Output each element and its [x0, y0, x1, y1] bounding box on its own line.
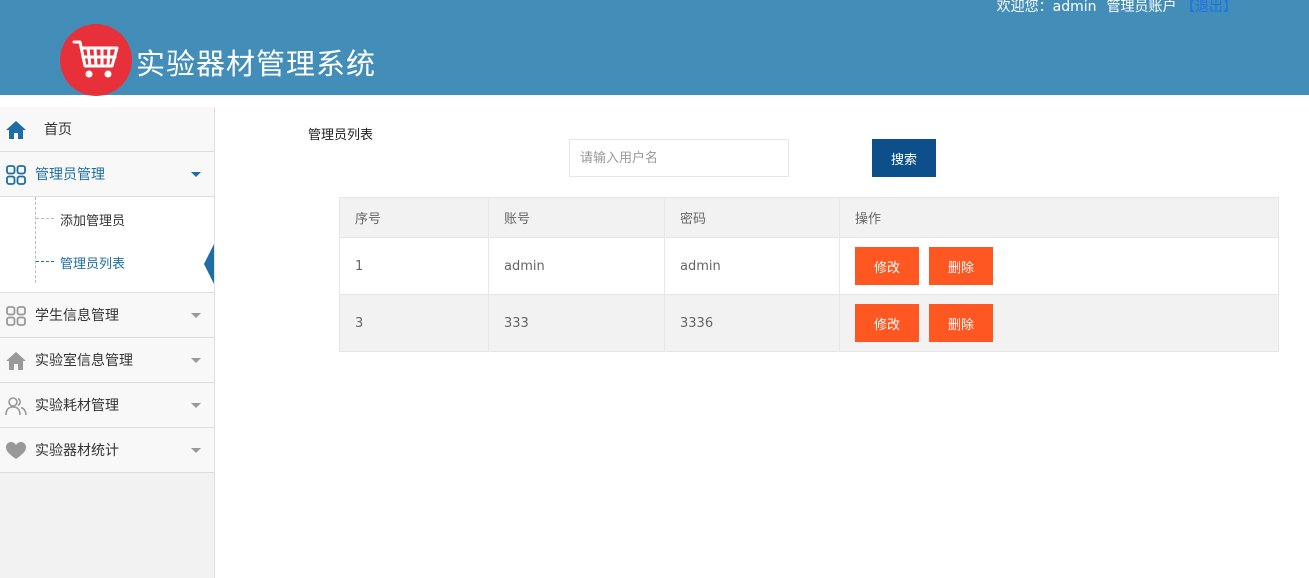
- user-bar: 欢迎您：admin 管理员账户 【退出】: [997, 0, 1237, 16]
- chevron-down-icon: [191, 448, 201, 453]
- table-row: 1 admin admin 修改 删除: [339, 237, 1279, 295]
- cell-id: 3: [339, 294, 489, 352]
- tree-branch: [36, 218, 54, 219]
- tree-branch: [36, 261, 54, 262]
- column-header: 密码: [664, 197, 840, 238]
- cell-account: 333: [488, 294, 665, 352]
- sidebar-item-admin-list[interactable]: 管理员列表: [0, 240, 214, 284]
- home-outline-icon: [6, 352, 26, 370]
- cell-password: admin: [664, 237, 840, 295]
- sidebar-subitem-label: 添加管理员: [60, 214, 126, 229]
- grid-icon: [6, 165, 26, 185]
- search-button[interactable]: 搜索: [872, 139, 936, 177]
- cell-actions: 修改 删除: [839, 294, 1279, 352]
- chevron-down-icon: [191, 403, 201, 408]
- column-header: 操作: [839, 197, 1279, 238]
- logo: [60, 24, 132, 96]
- page-title: 管理员列表: [308, 128, 374, 143]
- sidebar-item-home[interactable]: 首页: [0, 107, 214, 152]
- sidebar-item-consumables[interactable]: 实验耗材管理: [0, 383, 214, 428]
- sidebar-item-label: 实验耗材管理: [35, 398, 119, 414]
- sidebar-item-label: 实验室信息管理: [35, 353, 133, 369]
- search-input[interactable]: [569, 139, 789, 177]
- column-header: 序号: [339, 197, 489, 238]
- sidebar-item-label: 学生信息管理: [35, 308, 119, 324]
- chevron-down-icon: [191, 313, 201, 318]
- sidebar-item-lab-info[interactable]: 实验室信息管理: [0, 338, 214, 383]
- sidebar-item-add-admin[interactable]: 添加管理员: [0, 197, 214, 240]
- cell-account: admin: [488, 237, 665, 295]
- grid-icon: [6, 306, 26, 326]
- welcome-text: 欢迎您：admin: [996, 0, 1097, 15]
- active-marker: [204, 244, 214, 284]
- app-title: 实验器材管理系统: [136, 47, 377, 81]
- users-icon: [5, 397, 27, 416]
- sidebar-item-equipment-stats[interactable]: 实验器材统计: [0, 428, 214, 473]
- edit-button[interactable]: 修改: [855, 304, 919, 342]
- delete-button[interactable]: 删除: [929, 247, 993, 285]
- role-text: 管理员账户: [1106, 0, 1177, 15]
- sidebar-item-label: 首页: [44, 122, 72, 138]
- heart-icon: [6, 442, 26, 459]
- logout-link[interactable]: 【退出】: [1181, 0, 1237, 15]
- app-header: 实验器材管理系统 欢迎您：admin 管理员账户 【退出】: [0, 0, 1309, 96]
- column-header: 账号: [488, 197, 665, 238]
- table-row: 3 333 3336 修改 删除: [339, 294, 1279, 352]
- sidebar-item-label: 实验器材统计: [35, 443, 119, 459]
- admin-submenu: 添加管理员 管理员列表: [0, 197, 214, 293]
- cell-id: 1: [339, 237, 489, 295]
- sidebar: 首页 管理员管理 添加管理员 管理员列表 学生信息管理 实验室信息管理 实验耗材…: [0, 107, 215, 578]
- chevron-down-icon: [191, 172, 201, 177]
- sidebar-item-student-info[interactable]: 学生信息管理: [0, 293, 214, 338]
- edit-button[interactable]: 修改: [855, 247, 919, 285]
- home-icon: [6, 121, 26, 139]
- sidebar-subitem-label: 管理员列表: [60, 257, 126, 272]
- sidebar-item-label: 管理员管理: [35, 167, 105, 183]
- admin-table: 序号 账号 密码 操作 1 admin admin 修改 删除 3 333 333…: [339, 197, 1279, 352]
- cell-password: 3336: [664, 294, 840, 352]
- shopping-cart-icon: [72, 40, 119, 78]
- cell-actions: 修改 删除: [839, 237, 1279, 295]
- delete-button[interactable]: 删除: [929, 304, 993, 342]
- table-header-row: 序号 账号 密码 操作: [339, 197, 1279, 238]
- sidebar-item-admin-management[interactable]: 管理员管理: [0, 152, 214, 197]
- chevron-down-icon: [191, 358, 201, 363]
